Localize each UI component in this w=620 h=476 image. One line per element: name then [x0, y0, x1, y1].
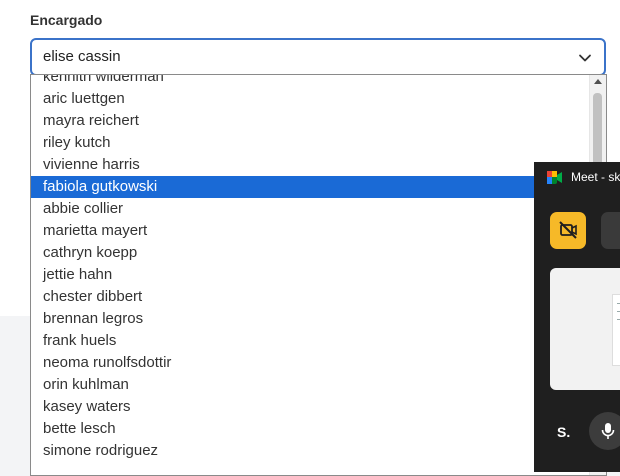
dropdown-option[interactable]: kasey waters [31, 396, 589, 418]
meet-title-bar[interactable]: Meet - sk [534, 162, 620, 192]
participant-initial: S. [557, 424, 571, 440]
microphone-icon [601, 423, 615, 439]
assignee-select[interactable]: elise cassin [30, 38, 606, 76]
dropdown-option[interactable]: jettie hahn [31, 264, 589, 286]
dropdown-option[interactable]: orin kuhlman [31, 374, 589, 396]
dropdown-option[interactable]: cathryn koepp [31, 242, 589, 264]
dropdown-option[interactable]: aric luettgen [31, 88, 589, 110]
dropdown-option[interactable]: frank huels [31, 330, 589, 352]
meet-control-button[interactable] [601, 212, 620, 249]
meet-floating-window[interactable]: Meet - sk S. [534, 162, 620, 472]
dropdown-option[interactable]: fabiola gutkowski [31, 176, 589, 198]
options-list: kennith wilderman aric luettgen mayra reic… [31, 75, 589, 462]
assignee-select-value: elise cassin [43, 48, 121, 65]
dropdown-option[interactable]: simone rodriguez [31, 440, 589, 462]
scroll-up-arrow-icon[interactable] [594, 79, 602, 84]
assignee-options-listbox[interactable]: kennith wilderman aric luettgen mayra reic… [30, 74, 607, 476]
dropdown-option[interactable]: kennith wilderman [31, 75, 589, 88]
dropdown-option[interactable]: brennan legros [31, 308, 589, 330]
microphone-button[interactable] [589, 412, 620, 450]
shared-screen-preview [550, 268, 620, 390]
dropdown-option[interactable]: riley kutch [31, 132, 589, 154]
dropdown-option[interactable]: chester dibbert [31, 286, 589, 308]
dropdown-option[interactable]: neoma runolfsdottir [31, 352, 589, 374]
camera-off-icon [559, 221, 577, 239]
chevron-down-icon [579, 54, 591, 62]
meet-window-title: Meet - sk [571, 170, 620, 184]
dropdown-option[interactable]: abbie collier [31, 198, 589, 220]
google-meet-icon [547, 171, 562, 184]
dropdown-option[interactable]: mayra reichert [31, 110, 589, 132]
dropdown-option[interactable]: bette lesch [31, 418, 589, 440]
dropdown-option[interactable]: marietta mayert [31, 220, 589, 242]
preview-document [612, 294, 620, 366]
assignee-label: Encargado [30, 12, 103, 28]
camera-toggle-button[interactable] [550, 212, 586, 249]
dropdown-option[interactable]: vivienne harris [31, 154, 589, 176]
